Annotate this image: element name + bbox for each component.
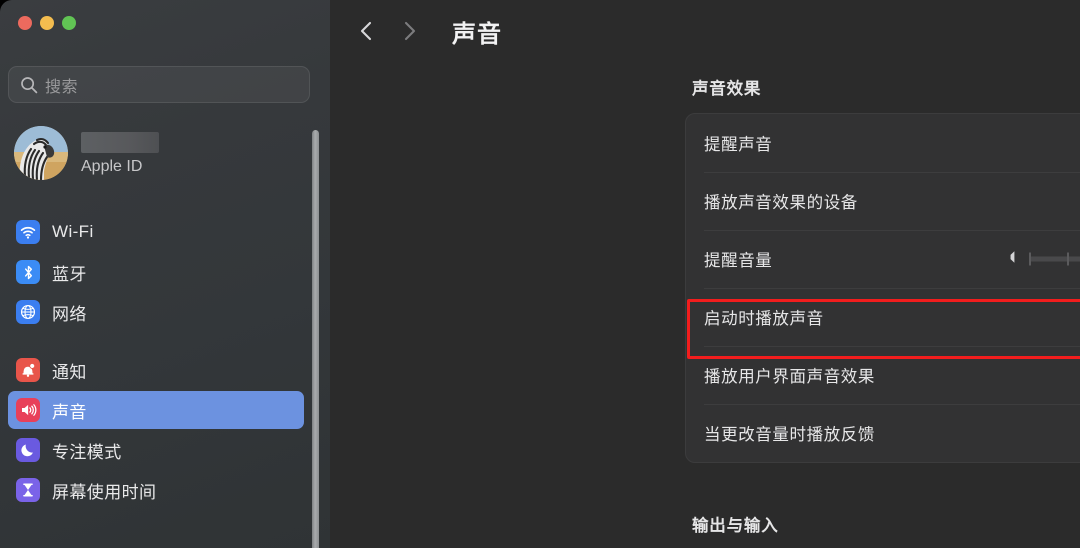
- apple-id-account-item[interactable]: Apple ID: [14, 126, 159, 180]
- search-placeholder: 搜索: [45, 78, 79, 96]
- sidebar-scrollbar[interactable]: [312, 130, 319, 548]
- row-label: 启动时播放声音: [704, 310, 824, 328]
- focus-moon-icon: [16, 438, 40, 462]
- search-icon: [19, 75, 39, 95]
- sidebar-item-wifi[interactable]: Wi-Fi: [8, 213, 304, 251]
- chevron-left-icon[interactable]: [354, 18, 380, 44]
- sidebar-nav-list: Wi-Fi 蓝牙 网络 通知 声音 专注模式 屏幕使用时间: [8, 213, 304, 511]
- alert-volume-slider[interactable]: [997, 248, 1080, 271]
- navigation-bar: 声音: [354, 10, 502, 52]
- wifi-icon: [16, 220, 40, 244]
- row-label: 播放用户界面声音效果: [704, 368, 875, 386]
- system-settings-window: 搜索 Apple ID Wi-Fi 蓝牙 网络 通知 声音 专注模式 屏幕使用时…: [0, 0, 1080, 548]
- row-effects-device[interactable]: 播放声音效果的设备 所选声音输出设备: [686, 172, 1080, 230]
- sound-speaker-icon: [16, 398, 40, 422]
- minimize-button[interactable]: [40, 16, 54, 30]
- slider-tick: [1029, 252, 1031, 266]
- sound-effects-card: 提醒声音 Boop: [685, 113, 1080, 463]
- bluetooth-icon: [16, 260, 40, 284]
- sidebar-item-sound[interactable]: 声音: [8, 391, 304, 429]
- row-play-sound-on-startup[interactable]: 启动时播放声音: [686, 288, 1080, 346]
- sidebar-item-label: 蓝牙: [52, 264, 87, 284]
- speaker-low-icon: [1006, 248, 1020, 271]
- sidebar-item-label: 声音: [52, 402, 87, 422]
- account-text: Apple ID: [81, 132, 159, 176]
- row-alert-volume[interactable]: 提醒音量: [686, 230, 1080, 288]
- slider-track: [1029, 256, 1080, 262]
- avatar: [14, 126, 68, 180]
- zoom-button[interactable]: [62, 16, 76, 30]
- row-alert-sound[interactable]: 提醒声音 Boop: [686, 114, 1080, 172]
- sidebar-item-label: 网络: [52, 304, 87, 324]
- account-name-redacted: [81, 132, 159, 153]
- section-heading-sound-effects: 声音效果: [692, 80, 762, 98]
- window-traffic-lights: [18, 16, 76, 30]
- sidebar-item-notifications[interactable]: 通知: [8, 351, 304, 389]
- sidebar-item-label: 专注模式: [52, 442, 122, 462]
- sidebar-item-network[interactable]: 网络: [8, 293, 304, 331]
- sidebar-group-divider: [8, 333, 304, 351]
- sidebar-item-screen-time[interactable]: 屏幕使用时间: [8, 471, 304, 509]
- screen-time-hourglass-icon: [16, 478, 40, 502]
- sidebar-item-bluetooth[interactable]: 蓝牙: [8, 253, 304, 291]
- sidebar-item-label: 通知: [52, 362, 87, 382]
- row-play-ui-sound-effects[interactable]: 播放用户界面声音效果: [686, 346, 1080, 404]
- apple-id-label: Apple ID: [81, 158, 143, 175]
- row-label: 提醒声音: [704, 136, 773, 154]
- row-label: 提醒音量: [704, 252, 773, 270]
- slider-track-area[interactable]: [1029, 249, 1080, 269]
- main-content: 声音 声音效果 提醒声音 Boop: [330, 0, 1080, 548]
- slider-tick: [1067, 252, 1069, 266]
- sidebar: 搜索 Apple ID Wi-Fi 蓝牙 网络 通知 声音 专注模式 屏幕使用时…: [0, 0, 330, 548]
- chevron-right-icon[interactable]: [396, 18, 422, 44]
- network-globe-icon: [16, 300, 40, 324]
- sidebar-item-label: Wi-Fi: [52, 222, 94, 241]
- sidebar-item-label: 屏幕使用时间: [52, 482, 157, 502]
- row-label: 播放声音效果的设备: [704, 194, 858, 212]
- page-title: 声音: [452, 20, 502, 48]
- section-heading-output-input: 输出与输入: [692, 517, 779, 535]
- sidebar-item-focus[interactable]: 专注模式: [8, 431, 304, 469]
- row-label: 当更改音量时播放反馈: [704, 426, 875, 444]
- notifications-bell-icon: [16, 358, 40, 382]
- row-play-feedback-on-volume-change[interactable]: 当更改音量时播放反馈: [686, 404, 1080, 462]
- search-input[interactable]: 搜索: [8, 66, 310, 103]
- close-button[interactable]: [18, 16, 32, 30]
